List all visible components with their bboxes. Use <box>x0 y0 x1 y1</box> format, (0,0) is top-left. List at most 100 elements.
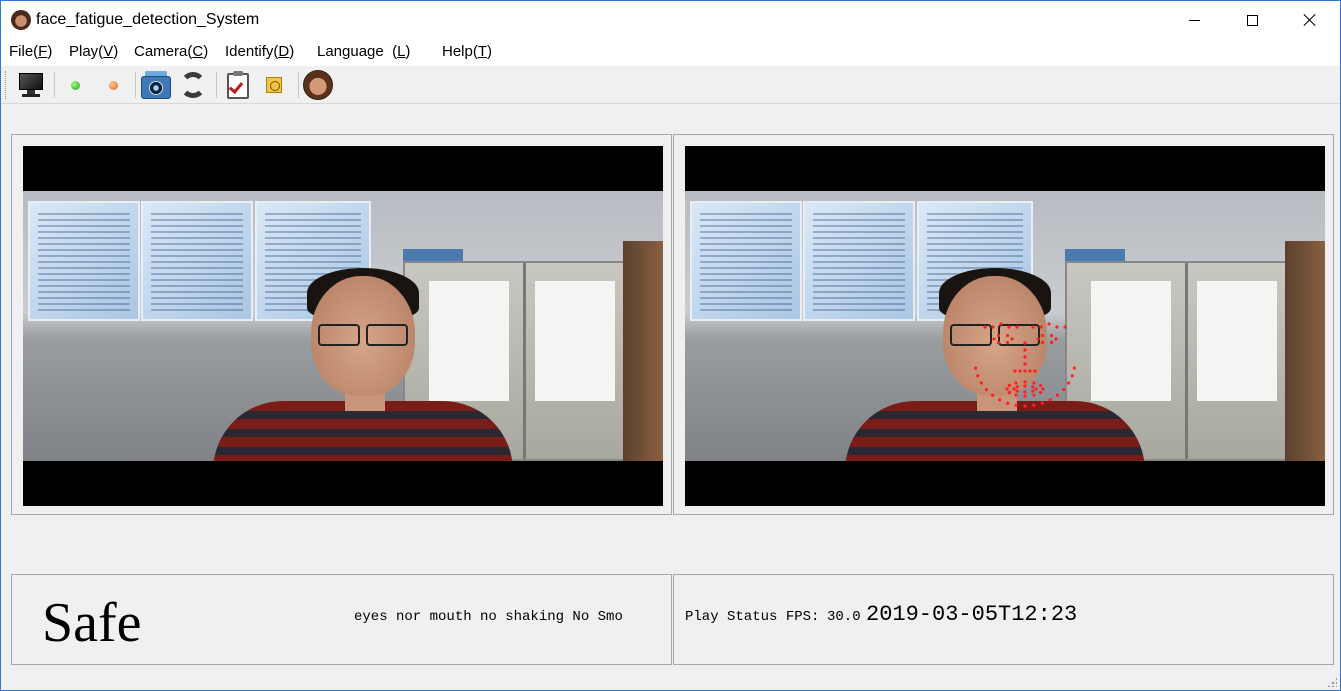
landmark-point <box>1038 383 1043 388</box>
landmark-point <box>1014 393 1018 397</box>
landmark-point <box>1040 333 1045 338</box>
resize-grip[interactable] <box>1327 677 1337 687</box>
landmark-point <box>1067 381 1071 385</box>
landmark-point <box>1005 387 1009 391</box>
landmark-point <box>1031 389 1035 393</box>
landmark-point <box>979 381 983 385</box>
landmark-point <box>990 393 995 397</box>
toolbar-separator <box>216 72 217 98</box>
landmark-point <box>984 387 988 392</box>
wall-poster <box>28 201 140 321</box>
landmark-point <box>1023 380 1027 384</box>
menu-language[interactable]: Language (L) <box>317 43 410 60</box>
landmark-video-frame <box>685 146 1325 506</box>
landmark-point <box>1049 333 1054 338</box>
camera-scene <box>23 191 663 461</box>
landmark-point <box>1049 340 1054 345</box>
timestamp: 2019-03-05T12:23:( <box>866 602 1078 627</box>
refresh-icon <box>180 72 206 98</box>
landmark-point <box>991 325 995 329</box>
camera-scene <box>685 191 1325 461</box>
landmark-point <box>1033 369 1037 373</box>
timer-button[interactable] <box>258 69 290 101</box>
door <box>623 241 663 461</box>
raw-video-panel <box>11 134 672 515</box>
landmark-point <box>1014 381 1018 385</box>
landmark-point <box>1015 325 1019 329</box>
landmark-point <box>1007 390 1012 395</box>
minimize-button[interactable] <box>1165 1 1223 39</box>
stop-button[interactable] <box>97 69 129 101</box>
landmark-point <box>1015 385 1019 389</box>
monitor-icon <box>17 73 45 97</box>
landmark-point <box>1018 369 1022 373</box>
state-label: Safe <box>42 592 142 654</box>
landmark-point <box>1034 387 1038 391</box>
identify-button[interactable] <box>222 69 254 101</box>
camera-icon <box>141 71 171 99</box>
landmark-point <box>1023 348 1027 352</box>
state-panel: Safe eyes nor mouth no shaking No Smoki <box>11 574 672 665</box>
landmark-point <box>1054 337 1058 341</box>
landmark-point <box>1015 389 1019 393</box>
window-title: face_fatigue_detection_System <box>36 11 260 28</box>
landmark-point <box>1023 394 1027 398</box>
landmark-point <box>1063 325 1067 329</box>
toolbar-separator <box>298 72 299 98</box>
landmark-point <box>1048 398 1052 402</box>
toolbar-grip[interactable] <box>5 71 8 99</box>
landmark-point <box>1055 393 1060 397</box>
display-button[interactable] <box>15 69 47 101</box>
face-photo-icon <box>303 70 333 100</box>
landmark-point <box>1014 403 1018 407</box>
person <box>183 266 543 461</box>
landmark-point <box>992 337 996 341</box>
green-dot-icon <box>70 80 80 90</box>
landmark-point <box>1031 325 1035 329</box>
switch-camera-button[interactable] <box>177 69 209 101</box>
menu-bar: File(F) Play(V) Camera(C) Identify(D) La… <box>1 39 1340 66</box>
menu-help[interactable]: Help(T) <box>442 43 492 60</box>
toolbar-separator <box>54 72 55 98</box>
landmark-point <box>1036 337 1040 341</box>
play-status-label: Play Status FPS: <box>685 609 820 625</box>
toolbar-separator <box>135 72 136 98</box>
landmark-point <box>998 398 1002 402</box>
minimize-icon <box>1188 19 1200 21</box>
landmark-point <box>1055 325 1059 329</box>
face-button[interactable] <box>302 69 334 101</box>
landmark-point <box>1062 387 1066 392</box>
landmark-point <box>1023 341 1027 345</box>
maximize-button[interactable] <box>1223 1 1281 39</box>
landmark-point <box>1039 325 1043 329</box>
play-status-panel: Play Status FPS: 30.0 2019-03-05T12:23:( <box>673 574 1334 665</box>
start-button[interactable] <box>59 69 91 101</box>
landmark-point <box>1070 374 1074 378</box>
landmark-point <box>983 325 987 329</box>
landmark-point <box>996 340 1001 345</box>
open-camera-button[interactable] <box>140 69 172 101</box>
landmark-point <box>974 366 978 370</box>
landmark-point <box>1013 369 1017 373</box>
face-landmarks-overlay <box>974 322 1076 408</box>
landmark-point <box>1023 362 1027 366</box>
fps-value: 30.0 <box>827 609 861 625</box>
state-detail: eyes nor mouth no shaking No Smoki <box>354 609 624 625</box>
clock-icon <box>266 77 282 93</box>
landmark-point <box>996 333 1001 338</box>
landmark-point <box>1040 340 1045 345</box>
app-face-icon <box>11 10 31 30</box>
clipboard-check-icon <box>227 71 249 99</box>
menu-identify[interactable]: Identify(D) <box>225 43 294 60</box>
landmark-point <box>1005 333 1010 338</box>
menu-file[interactable]: File(F) <box>9 43 52 60</box>
menu-play[interactable]: Play(V) <box>69 43 118 60</box>
landmark-point <box>1032 393 1036 397</box>
landmark-point <box>1072 366 1076 370</box>
landmark-point <box>1028 369 1032 373</box>
landmark-point <box>1007 325 1011 329</box>
close-button[interactable] <box>1281 1 1339 39</box>
landmark-point <box>1012 387 1016 391</box>
landmark-point <box>1023 404 1027 408</box>
menu-camera[interactable]: Camera(C) <box>134 43 208 60</box>
